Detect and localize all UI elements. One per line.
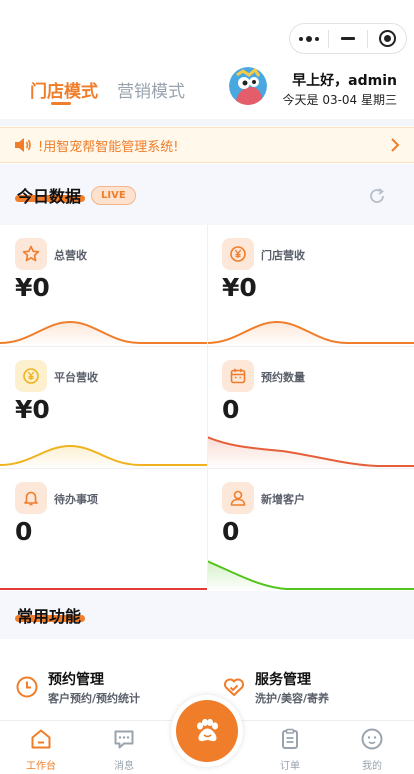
date-text: 今天是 03-04 星期三 — [282, 93, 398, 107]
notice-bar[interactable]: !用智宠帮智能管理系统! — [0, 127, 414, 163]
trend-chart — [207, 320, 414, 347]
home-icon — [31, 729, 51, 749]
grid-divider — [0, 346, 414, 347]
trend-chart — [207, 436, 414, 469]
yen-coin-icon — [15, 360, 47, 392]
more-dots-icon — [299, 35, 319, 42]
calendar-icon — [222, 360, 254, 392]
center-action-button[interactable] — [171, 695, 243, 767]
card-label: 平台营收 — [54, 371, 98, 384]
minimize-button[interactable] — [329, 24, 367, 53]
functions-title: 常用功能 — [17, 607, 82, 626]
notice-text: !用智宠帮智能管理系统! — [38, 139, 179, 155]
smile-face-icon — [361, 728, 383, 750]
trend-chart — [207, 560, 414, 591]
target-icon — [378, 30, 396, 47]
service-management-item[interactable]: 服务管理 洗护/美容/寄养 — [207, 662, 414, 720]
bell-icon — [15, 482, 47, 514]
card-label: 门店营收 — [261, 249, 305, 262]
speaker-icon — [15, 138, 31, 152]
yen-coin-icon — [222, 238, 254, 270]
trend-chart — [0, 320, 207, 347]
grid-divider — [207, 225, 208, 585]
function-subtitle: 客户预约/预约统计 — [48, 692, 141, 705]
today-title: 今日数据 — [17, 187, 82, 206]
platform-revenue-card[interactable]: 平台营收 ¥0 — [0, 347, 207, 469]
tab-label: 订单 — [280, 761, 300, 772]
more-menu-button[interactable] — [290, 24, 328, 53]
todo-card[interactable]: 待办事项 0 — [0, 469, 207, 591]
greeting-text: 早上好，admin — [292, 73, 397, 89]
tab-mine[interactable]: 我的 — [342, 727, 402, 772]
live-badge: LIVE — [91, 186, 136, 205]
paw-icon — [197, 718, 218, 742]
trend-chart — [0, 444, 207, 469]
trend-chart — [0, 588, 207, 590]
tab-label: 工作台 — [26, 761, 56, 772]
clipboard-icon — [282, 728, 298, 749]
tab-label: 消息 — [114, 761, 134, 772]
new-customers-card[interactable]: 新增客户 0 — [207, 469, 414, 591]
heart-icon — [224, 678, 244, 696]
card-label: 新增客户 — [261, 493, 305, 506]
refresh-icon[interactable] — [368, 187, 386, 205]
total-revenue-card[interactable]: 总营收 ¥0 — [0, 225, 207, 347]
tab-workbench[interactable]: 工作台 — [11, 727, 71, 772]
tab-store-mode[interactable]: 门店模式 — [30, 77, 98, 102]
user-icon — [222, 482, 254, 514]
card-label: 总营收 — [54, 249, 87, 262]
chevron-right-icon — [391, 138, 400, 152]
clock-icon — [16, 676, 38, 698]
star-icon — [15, 238, 47, 270]
store-revenue-card[interactable]: 门店营收 ¥0 — [207, 225, 414, 347]
function-title: 预约管理 — [48, 672, 104, 688]
tab-orders[interactable]: 订单 — [260, 727, 320, 772]
function-title: 服务管理 — [255, 672, 311, 688]
fab-inner — [176, 700, 238, 762]
appointment-count-card[interactable]: 预约数量 0 — [207, 347, 414, 469]
message-icon — [114, 730, 134, 749]
avatar[interactable] — [229, 67, 267, 105]
active-tab-indicator — [51, 102, 71, 105]
header-divider — [0, 119, 414, 126]
miniprogram-capsule — [289, 23, 407, 54]
tab-messages[interactable]: 消息 — [94, 727, 154, 772]
tab-label: 我的 — [362, 761, 382, 772]
function-subtitle: 洗护/美容/寄养 — [255, 692, 330, 705]
tab-marketing-mode[interactable]: 营销模式 — [117, 77, 185, 102]
card-label: 预约数量 — [261, 371, 305, 384]
minus-icon — [341, 37, 355, 40]
close-miniprogram-button[interactable] — [368, 24, 406, 53]
card-label: 待办事项 — [54, 493, 98, 506]
grid-divider — [0, 468, 414, 469]
